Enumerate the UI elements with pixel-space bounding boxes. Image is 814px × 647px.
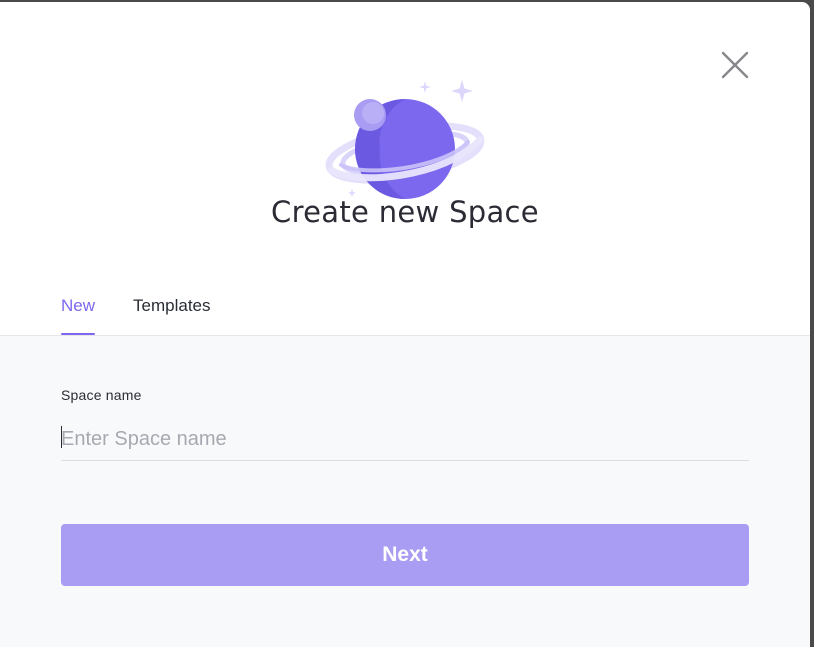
form-area: Space name Next [0,336,810,647]
text-caret [61,426,62,448]
dialog-title: Create new Space [271,195,539,229]
planet-illustration [324,74,488,204]
tab-bar: New Templates [61,292,211,335]
tab-templates[interactable]: Templates [133,292,210,330]
close-icon [721,51,749,79]
next-button[interactable]: Next [61,524,749,586]
create-space-dialog: Create new Space New Templates Space nam… [0,2,810,647]
tab-new[interactable]: New [61,292,96,335]
close-button[interactable] [716,46,754,84]
space-name-label: Space name [61,387,142,403]
space-name-input[interactable] [61,419,749,461]
